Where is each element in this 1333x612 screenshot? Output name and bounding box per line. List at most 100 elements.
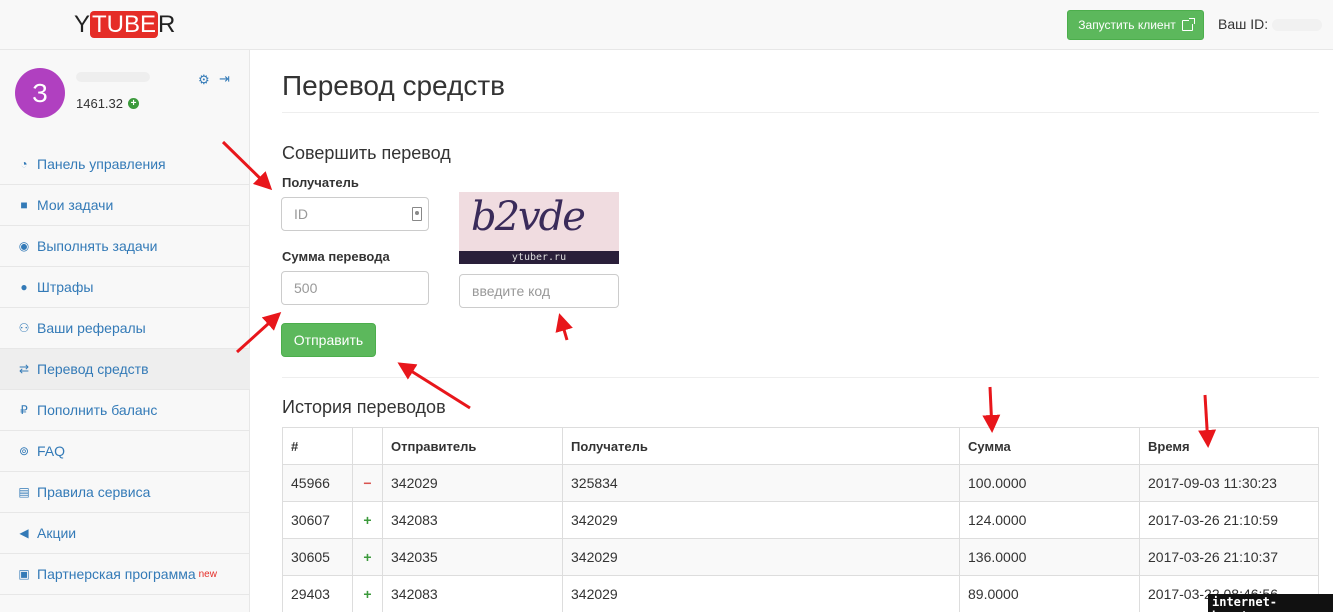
main-content: Перевод средств Совершить перевод Получа… bbox=[250, 50, 1333, 612]
add-balance-icon[interactable]: + bbox=[128, 98, 139, 109]
your-id: Ваш ID: bbox=[1218, 16, 1323, 32]
cell-amount: 100.0000 bbox=[959, 464, 1140, 502]
recipient-input[interactable]: ID bbox=[281, 197, 429, 231]
sidebar-item-my-tasks[interactable]: ■ Мои задачи bbox=[0, 185, 250, 226]
sidebar-item-label: Правила сервиса bbox=[37, 484, 151, 500]
sidebar-item-dashboard[interactable]: ◔ Панель управления bbox=[0, 144, 250, 185]
watermark: internet-baret.ru bbox=[1208, 594, 1333, 612]
page-title: Перевод средств bbox=[282, 70, 506, 101]
user-balance: 1461.32 + bbox=[76, 96, 139, 111]
contact-card-icon bbox=[412, 207, 422, 221]
username-hidden bbox=[76, 72, 150, 82]
sidebar-item-referrals[interactable]: ⚇ Ваши рефералы bbox=[0, 308, 250, 349]
sidebar-item-top-up[interactable]: ₽ Пополнить баланс bbox=[0, 390, 250, 431]
sidebar-item-do-tasks[interactable]: ◉ Выполнять задачи bbox=[0, 226, 250, 267]
sidebar-item-partner[interactable]: ▣ Партнерская программа new bbox=[0, 554, 250, 595]
column-header-recipient: Получатель bbox=[562, 427, 960, 465]
sidebar-item-label: Пополнить баланс bbox=[37, 402, 158, 418]
sidebar-item-label: Партнерская программа bbox=[37, 566, 196, 582]
captcha-text: b2vde bbox=[471, 194, 586, 240]
sidebar-item-label: Акции bbox=[37, 525, 77, 541]
sidebar-item-label: Мои задачи bbox=[37, 197, 114, 213]
column-header-time: Время bbox=[1139, 427, 1319, 465]
avatar: З bbox=[15, 68, 65, 118]
logo-letter-right: R bbox=[158, 11, 176, 38]
sidebar-item-label: Панель управления bbox=[37, 156, 166, 172]
recipient-placeholder: ID bbox=[294, 206, 308, 222]
user-profile: З 1461.32 + ⚙ ⇥ bbox=[0, 50, 250, 142]
table-row: 29403 + 342083 342029 89.0000 2017-03-22… bbox=[282, 575, 1319, 612]
logo-letter-left: Y bbox=[74, 11, 91, 38]
cell-time: 2017-03-26 21:10:37 bbox=[1139, 538, 1319, 576]
cell-id: 29403 bbox=[282, 575, 353, 612]
life-ring-icon: ⊚ bbox=[18, 444, 30, 458]
sidebar-item-transfer[interactable]: ⇄ Перевод средств bbox=[0, 349, 250, 390]
logo[interactable]: YTUBER bbox=[74, 11, 176, 38]
form-title: Совершить перевод bbox=[282, 143, 451, 163]
eye-icon: ◉ bbox=[18, 239, 30, 253]
table-row: 30607 + 342083 342029 124.0000 2017-03-2… bbox=[282, 501, 1319, 539]
send-button[interactable]: Отправить bbox=[281, 323, 376, 357]
video-camera-icon: ■ bbox=[20, 198, 28, 212]
table-header-row: # Отправитель Получатель Сумма Время bbox=[282, 427, 1319, 465]
bullhorn-icon: ◀ bbox=[19, 526, 29, 540]
table-row: 45966 − 342029 325834 100.0000 2017-09-0… bbox=[282, 464, 1319, 502]
exchange-icon: ⇄ bbox=[18, 362, 30, 376]
outgoing-icon: − bbox=[352, 464, 383, 502]
amount-input[interactable]: 500 bbox=[281, 271, 429, 305]
divider bbox=[282, 112, 1319, 113]
cell-recipient: 325834 bbox=[562, 464, 960, 502]
sidebar-nav: ◔ Панель управления ■ Мои задачи ◉ Выполнят… bbox=[0, 144, 250, 595]
your-id-value-hidden bbox=[1272, 19, 1323, 32]
sidebar-item-label: FAQ bbox=[37, 443, 66, 459]
column-header-sign bbox=[352, 427, 383, 465]
money-icon: ▣ bbox=[18, 567, 30, 581]
divider bbox=[282, 377, 1319, 378]
gear-icon[interactable]: ⚙ bbox=[198, 72, 210, 88]
sidebar-item-label: Штрафы bbox=[37, 279, 94, 295]
history-title: История переводов bbox=[282, 397, 446, 417]
cell-recipient: 342029 bbox=[562, 501, 960, 539]
sidebar-item-rules[interactable]: ▤ Правила сервиса bbox=[0, 472, 250, 513]
cell-amount: 89.0000 bbox=[959, 575, 1140, 612]
sidebar-item-faq[interactable]: ⊚ FAQ bbox=[0, 431, 250, 472]
launch-client-label: Запустить клиент bbox=[1078, 18, 1176, 32]
amount-placeholder: 500 bbox=[294, 280, 318, 296]
exclamation-circle-icon: ● bbox=[20, 280, 28, 294]
dashboard-icon: ◔ bbox=[20, 157, 28, 171]
book-icon: ▤ bbox=[18, 485, 30, 499]
sidebar-item-label: Ваши рефералы bbox=[37, 320, 146, 336]
logo-highlight: TUBE bbox=[90, 11, 159, 38]
table-row: 30605 + 342035 342029 136.0000 2017-03-2… bbox=[282, 538, 1319, 576]
cell-sender: 342083 bbox=[382, 575, 563, 612]
cell-sender: 342083 bbox=[382, 501, 563, 539]
captcha-input[interactable]: введите код bbox=[459, 274, 619, 308]
cell-time: 2017-09-03 11:30:23 bbox=[1139, 464, 1319, 502]
your-id-label: Ваш ID: bbox=[1218, 16, 1269, 32]
cell-amount: 124.0000 bbox=[959, 501, 1140, 539]
cell-time: 2017-03-26 21:10:59 bbox=[1139, 501, 1319, 539]
column-header-id: # bbox=[282, 427, 353, 465]
sidebar-item-penalties[interactable]: ● Штрафы bbox=[0, 267, 250, 308]
sidebar-item-label: Выполнять задачи bbox=[37, 238, 158, 254]
cell-amount: 136.0000 bbox=[959, 538, 1140, 576]
sign-out-icon[interactable]: ⇥ bbox=[219, 71, 230, 87]
amount-label: Сумма перевода bbox=[282, 249, 390, 264]
incoming-icon: + bbox=[352, 538, 383, 576]
balance-value: 1461.32 bbox=[76, 96, 123, 111]
cell-id: 45966 bbox=[282, 464, 353, 502]
external-link-icon bbox=[1181, 17, 1195, 31]
new-badge: new bbox=[198, 568, 217, 580]
captcha-placeholder: введите код bbox=[472, 283, 551, 299]
cell-sender: 342035 bbox=[382, 538, 563, 576]
cell-recipient: 342029 bbox=[562, 538, 960, 576]
top-navbar: YTUBER Запустить клиент Ваш ID: bbox=[0, 0, 1333, 50]
sidebar: З 1461.32 + ⚙ ⇥ ◔ Панель управления ■ Мои … bbox=[0, 50, 250, 612]
cell-id: 30607 bbox=[282, 501, 353, 539]
ruble-icon: ₽ bbox=[20, 403, 28, 417]
captcha-caption: ytuber.ru bbox=[459, 251, 619, 264]
incoming-icon: + bbox=[352, 575, 383, 612]
column-header-amount: Сумма bbox=[959, 427, 1140, 465]
sidebar-item-promotions[interactable]: ◀ Акции bbox=[0, 513, 250, 554]
launch-client-button[interactable]: Запустить клиент bbox=[1067, 10, 1204, 40]
